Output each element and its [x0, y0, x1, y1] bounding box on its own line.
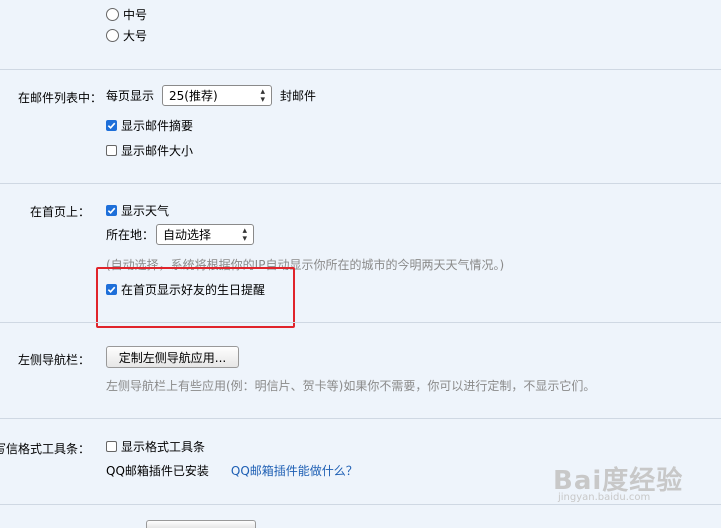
left-nav-section-label: 左侧导航栏： [17, 353, 90, 367]
location-row: 所在地： 自动选择 ▴ ▾ [106, 224, 255, 245]
show-size-label: 显示邮件大小 [121, 144, 194, 158]
location-select-value: 自动选择 [163, 228, 212, 242]
left-nav-hint: 左侧导航栏上有些应用(例：明信片、贺卡等)如果你不需要，你可以进行定制，不显示它… [106, 379, 596, 393]
show-toolbar-checkbox[interactable] [106, 441, 117, 452]
radio-large-circle[interactable] [106, 29, 119, 42]
show-summary-checkbox[interactable] [106, 120, 117, 131]
highlight-box [96, 267, 295, 328]
per-page-select-value: 25(推荐) [169, 89, 218, 103]
plugin-info-link[interactable]: QQ邮箱插件能做什么？ [231, 462, 358, 479]
divider [0, 183, 721, 184]
show-summary-label: 显示邮件摘要 [121, 119, 194, 133]
radio-medium-label: 中号 [123, 8, 148, 22]
partial-button[interactable] [146, 520, 256, 528]
radio-large-label: 大号 [123, 29, 148, 43]
watermark-url: jingyan.baidu.com [558, 492, 651, 503]
show-weather-label: 显示天气 [121, 204, 170, 218]
select-arrows-icon: ▴ ▾ [242, 225, 248, 244]
per-page-prefix: 每页显示 [106, 89, 155, 103]
show-size-checkbox[interactable] [106, 145, 117, 156]
divider [0, 504, 721, 505]
rich-text-section-label: 写信格式工具条： [0, 442, 90, 456]
per-page-select[interactable]: 25(推荐) ▴ ▾ [162, 85, 273, 106]
plugin-status: QQ邮箱插件已安装 [106, 464, 209, 478]
radio-large[interactable]: 大号 [106, 27, 147, 44]
check-icon [107, 207, 116, 215]
show-weather-option[interactable]: 显示天气 [106, 202, 169, 219]
show-toolbar-label: 显示格式工具条 [121, 440, 206, 454]
per-page-row: 每页显示 25(推荐) ▴ ▾ 封邮件 [106, 85, 316, 106]
radio-medium-circle[interactable] [106, 8, 119, 21]
check-icon [107, 122, 116, 130]
location-label: 所在地： [106, 228, 155, 242]
show-summary-option[interactable]: 显示邮件摘要 [106, 117, 193, 134]
divider [0, 322, 721, 323]
divider [0, 418, 721, 419]
show-toolbar-option[interactable]: 显示格式工具条 [106, 438, 205, 455]
customize-left-nav-button[interactable]: 定制左侧导航应用... [106, 346, 239, 368]
radio-medium[interactable]: 中号 [106, 6, 147, 23]
location-select[interactable]: 自动选择 ▴ ▾ [156, 224, 255, 245]
select-arrows-icon: ▴ ▾ [260, 86, 266, 105]
per-page-suffix: 封邮件 [280, 89, 317, 103]
homepage-section-label: 在首页上： [29, 205, 90, 219]
show-size-option[interactable]: 显示邮件大小 [106, 142, 193, 159]
mail-list-section-label: 在邮件列表中： [17, 91, 102, 105]
show-weather-checkbox[interactable] [106, 205, 117, 216]
divider [0, 69, 721, 70]
plugin-row: QQ邮箱插件已安装 QQ邮箱插件能做什么？ [106, 462, 358, 479]
